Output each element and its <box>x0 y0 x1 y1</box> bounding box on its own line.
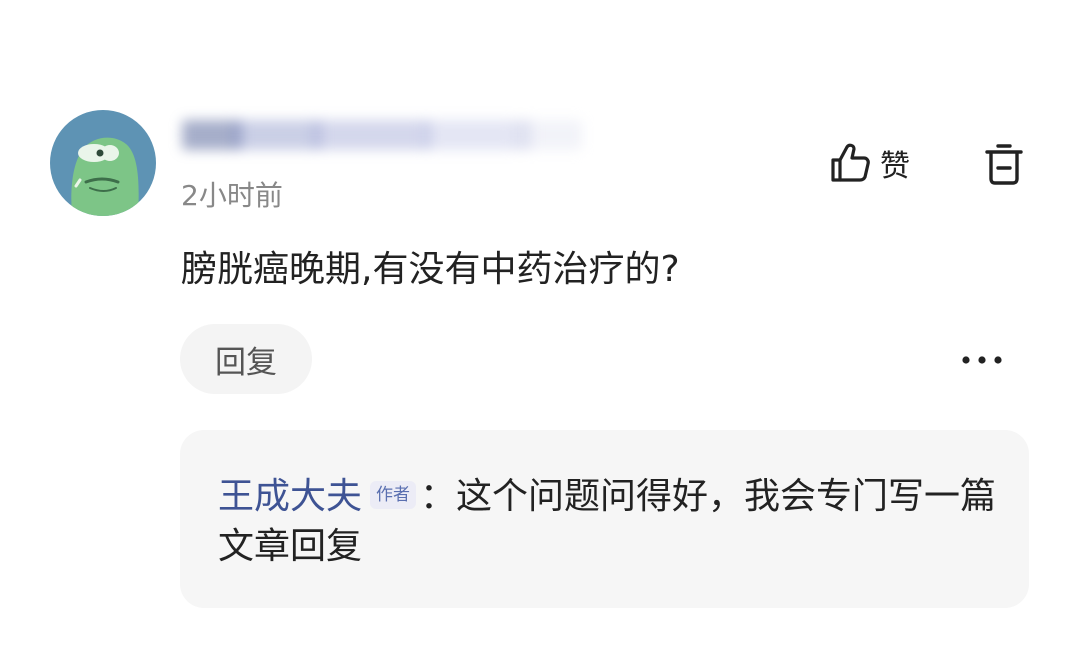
username-blurred[interactable]: ██████████ <box>182 112 592 162</box>
reply-author-name[interactable]: 王成大夫 <box>218 476 362 517</box>
author-reply: 王成大夫 作者 ：这个问题问得好，我会专门写一篇文章回复 <box>180 430 1029 608</box>
author-badge: 作者 <box>370 481 417 509</box>
thumbs-up-icon <box>831 143 870 182</box>
reply-button[interactable]: 回复 <box>180 324 312 394</box>
comment-text: 膀胱癌晚期,有没有中药治疗的? <box>181 249 680 290</box>
more-dots-icon <box>962 356 1002 364</box>
like-label: 赞 <box>880 149 910 184</box>
avatar-image <box>50 110 156 216</box>
avatar[interactable] <box>50 110 156 216</box>
reply-separator: ： <box>420 476 457 517</box>
comment-page: ██████████ 2小时前 赞 膀胱癌晚期,有没有中药治疗的? 回复 王成大… <box>0 0 1080 658</box>
like-button[interactable]: 赞 <box>828 138 910 188</box>
comment-time: 2小时前 <box>181 179 283 212</box>
reply-content: 王成大夫 作者 ：这个问题问得好，我会专门写一篇文章回复 <box>218 472 1008 572</box>
more-options-button[interactable] <box>958 340 1008 380</box>
delete-button[interactable] <box>980 140 1028 188</box>
trash-icon <box>985 144 1023 185</box>
